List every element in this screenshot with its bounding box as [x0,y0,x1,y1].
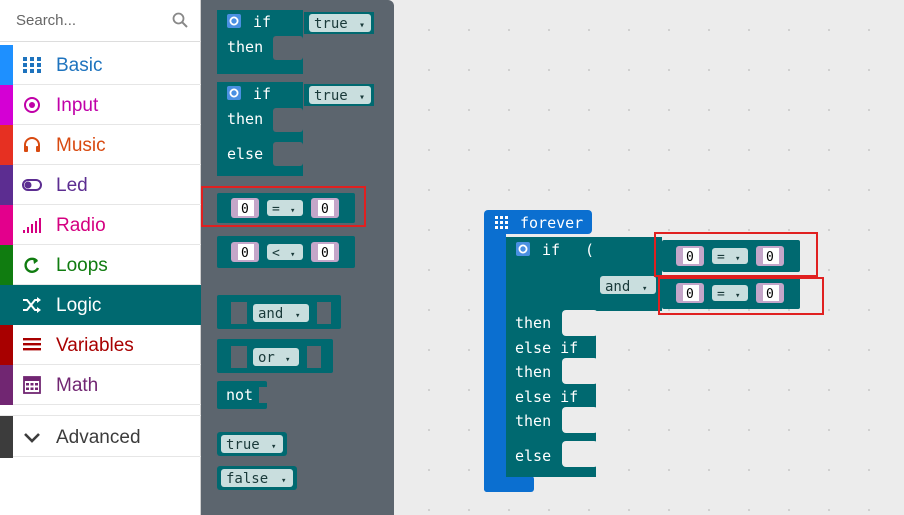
gear-icon[interactable] [227,86,241,100]
category-label: Led [56,175,88,196]
toolbox: Basic Input Music Led Radio [0,0,201,515]
dropdown-arrow: ▾ [285,355,290,365]
category-input[interactable]: Input [0,85,201,125]
category-loops[interactable]: Loops [0,245,201,285]
if-then-else-block[interactable]: if then else true ▾ [217,82,374,176]
headphones-icon [24,137,40,152]
gear-icon[interactable] [516,242,530,256]
else-if-label: else if [515,339,578,357]
dropdown-arrow: ▾ [359,92,365,103]
calculator-icon [23,376,41,394]
highlight-box [654,232,818,277]
and-block[interactable]: and ▾ [217,295,341,329]
gear-icon[interactable] [227,14,241,28]
shuffle-icon [23,297,41,313]
not-label: not [226,386,253,404]
category-logic[interactable]: Logic [0,285,201,325]
toggle-icon [22,179,42,191]
radio-circle-icon [24,97,40,113]
then-label: then [227,38,263,56]
grid-icon [23,57,41,73]
zero-value[interactable]: 0 [321,246,329,261]
category-variables[interactable]: Variables [0,325,201,365]
false-label: false [226,471,268,487]
then-label: then [515,412,551,430]
grid-icon [495,216,508,229]
lt-op: < [272,246,280,261]
then-label: then [515,314,551,332]
search-box [0,0,201,42]
zero-value[interactable]: 0 [241,246,249,261]
true-label: true [226,437,260,453]
true-block[interactable]: true ▾ [217,432,287,456]
dropdown-arrow: ▾ [290,250,295,260]
highlight-box [658,277,824,315]
dropdown-arrow: ▾ [271,442,276,452]
category-radio[interactable]: Radio [0,205,201,245]
compare-less-block[interactable]: 0 < ▾ 0 [217,236,355,268]
if-label: if [542,241,560,259]
dropdown-arrow: ▾ [359,20,365,31]
not-block[interactable]: not [217,381,269,409]
category-led[interactable]: Led [0,165,201,205]
true-label: true [314,16,348,32]
category-label: Music [56,135,106,156]
dropdown-arrow: ▾ [642,284,647,294]
if-label: if [253,85,271,103]
category-label: Loops [56,255,108,276]
false-block[interactable]: false ▾ [217,466,297,490]
search-input[interactable] [10,8,172,32]
signal-bars-icon [23,218,41,233]
category-label: Advanced [56,427,141,448]
then-label: then [515,363,551,381]
loop-arrow-icon [24,257,40,273]
logic-flyout: if then true ▾ if then else true ▾ 0 = ▾… [201,0,394,515]
list-lines-icon [23,338,41,351]
else-label: else [227,145,263,163]
then-label: then [227,110,263,128]
category-label: Variables [56,335,134,356]
category-label: Logic [56,295,102,316]
category-label: Radio [56,215,106,236]
workspace-canvas: forever if ( and ▾ then else if then els… [484,210,800,492]
workspace[interactable]: forever if ( and ▾ then else if then els… [394,0,904,515]
and-label: and [605,279,630,295]
if-elseif-block[interactable]: if ( and ▾ then else if then else if the… [506,237,662,477]
paren-glyph: ( [585,241,594,259]
dropdown-arrow: ▾ [295,311,300,321]
or-block[interactable]: or ▾ [217,339,333,373]
category-label: Input [56,95,99,116]
else-label: else [515,447,551,465]
forever-label: forever [520,214,583,232]
and-label: and [258,306,283,322]
category-label: Basic [56,55,103,76]
chevron-down-icon [24,433,40,443]
category-label: Math [56,375,99,396]
or-label: or [258,350,275,366]
if-label: if [253,13,271,31]
category-music[interactable]: Music [0,125,201,165]
if-then-block[interactable]: if then true ▾ [217,10,374,74]
category-basic[interactable]: Basic [0,45,201,85]
category-advanced[interactable]: Advanced [0,415,201,458]
true-label: true [314,88,348,104]
flyout-canvas: if then true ▾ if then else true ▾ 0 = ▾… [217,10,374,490]
category-math[interactable]: Math [0,365,201,405]
search-icon[interactable] [172,12,188,28]
highlight-box [201,186,366,227]
else-if-label: else if [515,388,578,406]
dropdown-arrow: ▾ [281,476,286,486]
